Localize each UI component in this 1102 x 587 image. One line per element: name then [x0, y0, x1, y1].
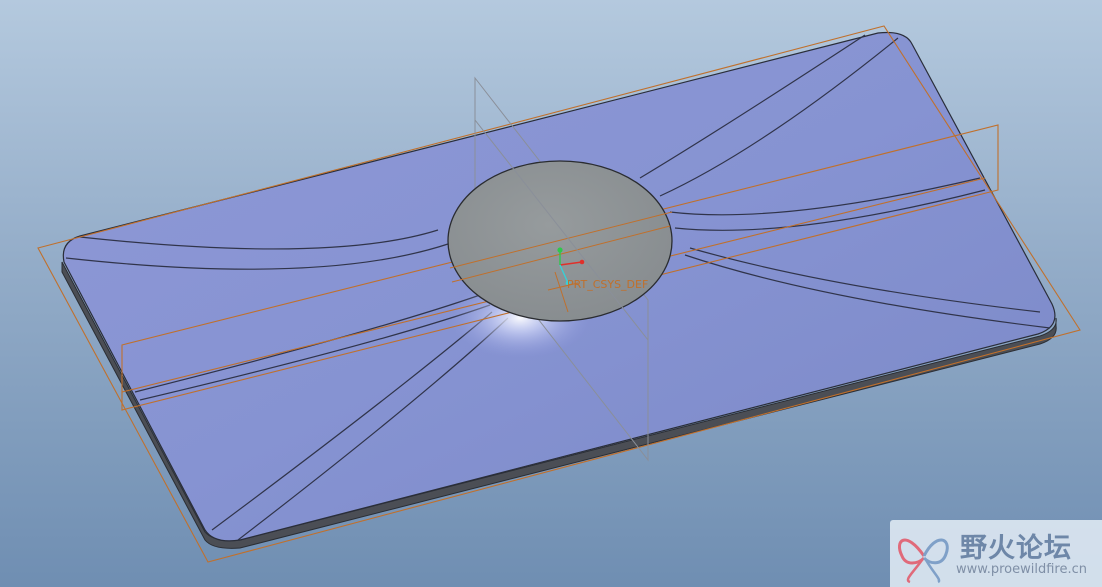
model-viewport[interactable]: PRT_CSYS_DEF 野火论坛 www.proewildfire.cn — [0, 0, 1102, 587]
forum-watermark: 野火论坛 www.proewildfire.cn — [890, 520, 1102, 587]
circular-boss-face — [447, 160, 673, 322]
butterfly-logo-icon — [897, 538, 949, 584]
watermark-title: 野火论坛 — [960, 533, 1072, 564]
model-canvas[interactable]: PRT_CSYS_DEF — [0, 0, 1102, 587]
watermark-url: www.proewildfire.cn — [956, 562, 1087, 577]
csys-label: PRT_CSYS_DEF — [567, 278, 648, 291]
